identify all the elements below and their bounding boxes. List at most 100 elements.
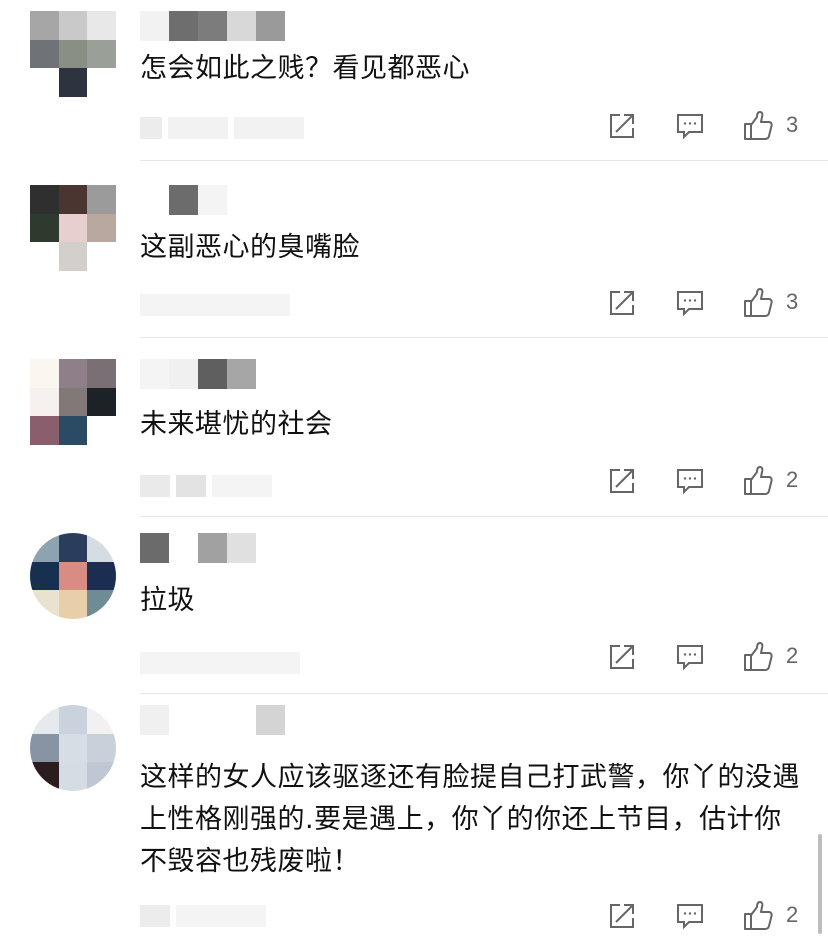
share-icon[interactable] (606, 110, 638, 142)
comment-text: 这副恶心的臭嘴脸 (140, 232, 360, 263)
avatar-pixel (58, 762, 88, 791)
avatar[interactable] (30, 185, 116, 271)
comment-text: 拉圾 (140, 585, 195, 616)
avatar[interactable] (30, 359, 116, 445)
comment-text: 未来堪忧的社会 (140, 409, 333, 440)
avatar-pixel (30, 242, 59, 271)
avatar-pixel (87, 561, 116, 591)
timestamp (140, 472, 272, 500)
share-icon[interactable] (606, 641, 638, 673)
comment-actions: 2 (606, 900, 806, 936)
username-pixel (227, 705, 256, 735)
share-icon[interactable] (606, 465, 638, 497)
comment-item: 拉圾 2 (0, 517, 828, 694)
avatar-pixel (58, 242, 88, 271)
comment-item: 怎会如此之贱？看见都恶心 3 (0, 0, 828, 161)
username-pixel (198, 533, 227, 563)
avatar-pixel (58, 39, 88, 69)
avatar-pixel (58, 185, 88, 214)
like-count: 2 (786, 467, 799, 492)
comment-item: 这样的女人应该驱逐还有脸提自己打武警，你丫的没遇上性格刚强的.要是遇上，你丫的你… (0, 694, 828, 939)
avatar-pixel (30, 11, 59, 40)
avatar-pixel (87, 762, 116, 791)
thumbs-up-icon[interactable] (742, 641, 774, 673)
username-pixel (169, 705, 198, 735)
username[interactable] (140, 705, 285, 735)
comment-icon[interactable] (674, 641, 706, 673)
thumbs-up-icon[interactable] (742, 287, 774, 319)
username[interactable] (140, 533, 256, 563)
avatar-pixel (87, 705, 116, 734)
thumbs-up-icon[interactable] (742, 110, 774, 142)
avatar-pixel (87, 185, 116, 214)
username-pixel (227, 533, 256, 563)
username-pixel (198, 11, 227, 41)
avatar-pixel (58, 590, 88, 619)
username-pixel (198, 359, 227, 389)
avatar-pixel (58, 416, 88, 445)
avatar-pixel (87, 11, 116, 40)
comment-actions: 3 (606, 110, 806, 146)
username-pixel (140, 359, 169, 389)
username[interactable] (140, 359, 256, 389)
avatar-pixel (58, 733, 88, 763)
comment-text: 怎会如此之贱？看见都恶心 (140, 53, 470, 84)
avatar-pixel (58, 387, 88, 417)
username[interactable] (140, 11, 285, 41)
avatar-pixel (30, 185, 59, 214)
avatar-pixel (30, 39, 59, 69)
avatar-pixel (30, 762, 59, 791)
avatar-pixel (87, 416, 116, 445)
share-icon[interactable] (606, 900, 638, 932)
comment-icon[interactable] (674, 110, 706, 142)
avatar-pixel (87, 242, 116, 271)
avatar-pixel (30, 416, 59, 445)
timestamp (140, 291, 290, 319)
comment-icon[interactable] (674, 287, 706, 319)
like-count: 2 (786, 643, 799, 668)
avatar-pixel (30, 561, 59, 591)
avatar-pixel (30, 705, 59, 734)
username-pixel (140, 705, 169, 735)
like-count: 2 (786, 902, 799, 927)
thumbs-up-icon[interactable] (742, 900, 774, 932)
timestamp (140, 902, 266, 930)
thumbs-up-icon[interactable] (742, 465, 774, 497)
username-pixel (256, 705, 285, 735)
username-pixel (227, 359, 256, 389)
username-pixel (227, 11, 256, 41)
like-count: 3 (786, 289, 799, 314)
username-pixel (198, 185, 227, 215)
avatar[interactable] (30, 705, 116, 791)
avatar[interactable] (30, 533, 116, 619)
comment-icon[interactable] (674, 465, 706, 497)
avatar-pixel (87, 39, 116, 69)
comment-icon[interactable] (674, 900, 706, 932)
avatar-pixel (58, 213, 88, 243)
avatar-pixel (87, 213, 116, 243)
share-icon[interactable] (606, 287, 638, 319)
avatar-pixel (87, 359, 116, 388)
avatar[interactable] (30, 11, 116, 97)
avatar-pixel (58, 561, 88, 591)
username-pixel (169, 533, 198, 563)
comment-actions: 2 (606, 641, 806, 677)
avatar-pixel (58, 11, 88, 40)
avatar-pixel (58, 533, 88, 562)
avatar-pixel (30, 359, 59, 388)
username[interactable] (140, 185, 227, 215)
comment-text: 这样的女人应该驱逐还有脸提自己打武警，你丫的没遇上性格刚强的.要是遇上，你丫的你… (140, 762, 800, 877)
username-pixel (140, 11, 169, 41)
avatar-pixel (30, 68, 59, 97)
scrollbar[interactable] (818, 834, 822, 934)
avatar-pixel (30, 590, 59, 619)
avatar-pixel (30, 213, 59, 243)
comment-actions: 3 (606, 287, 806, 323)
username-pixel (140, 185, 169, 215)
avatar-pixel (87, 533, 116, 562)
comment-actions: 2 (606, 465, 806, 501)
avatar-pixel (87, 590, 116, 619)
username-pixel (256, 11, 285, 41)
timestamp (140, 649, 300, 677)
avatar-pixel (30, 733, 59, 763)
